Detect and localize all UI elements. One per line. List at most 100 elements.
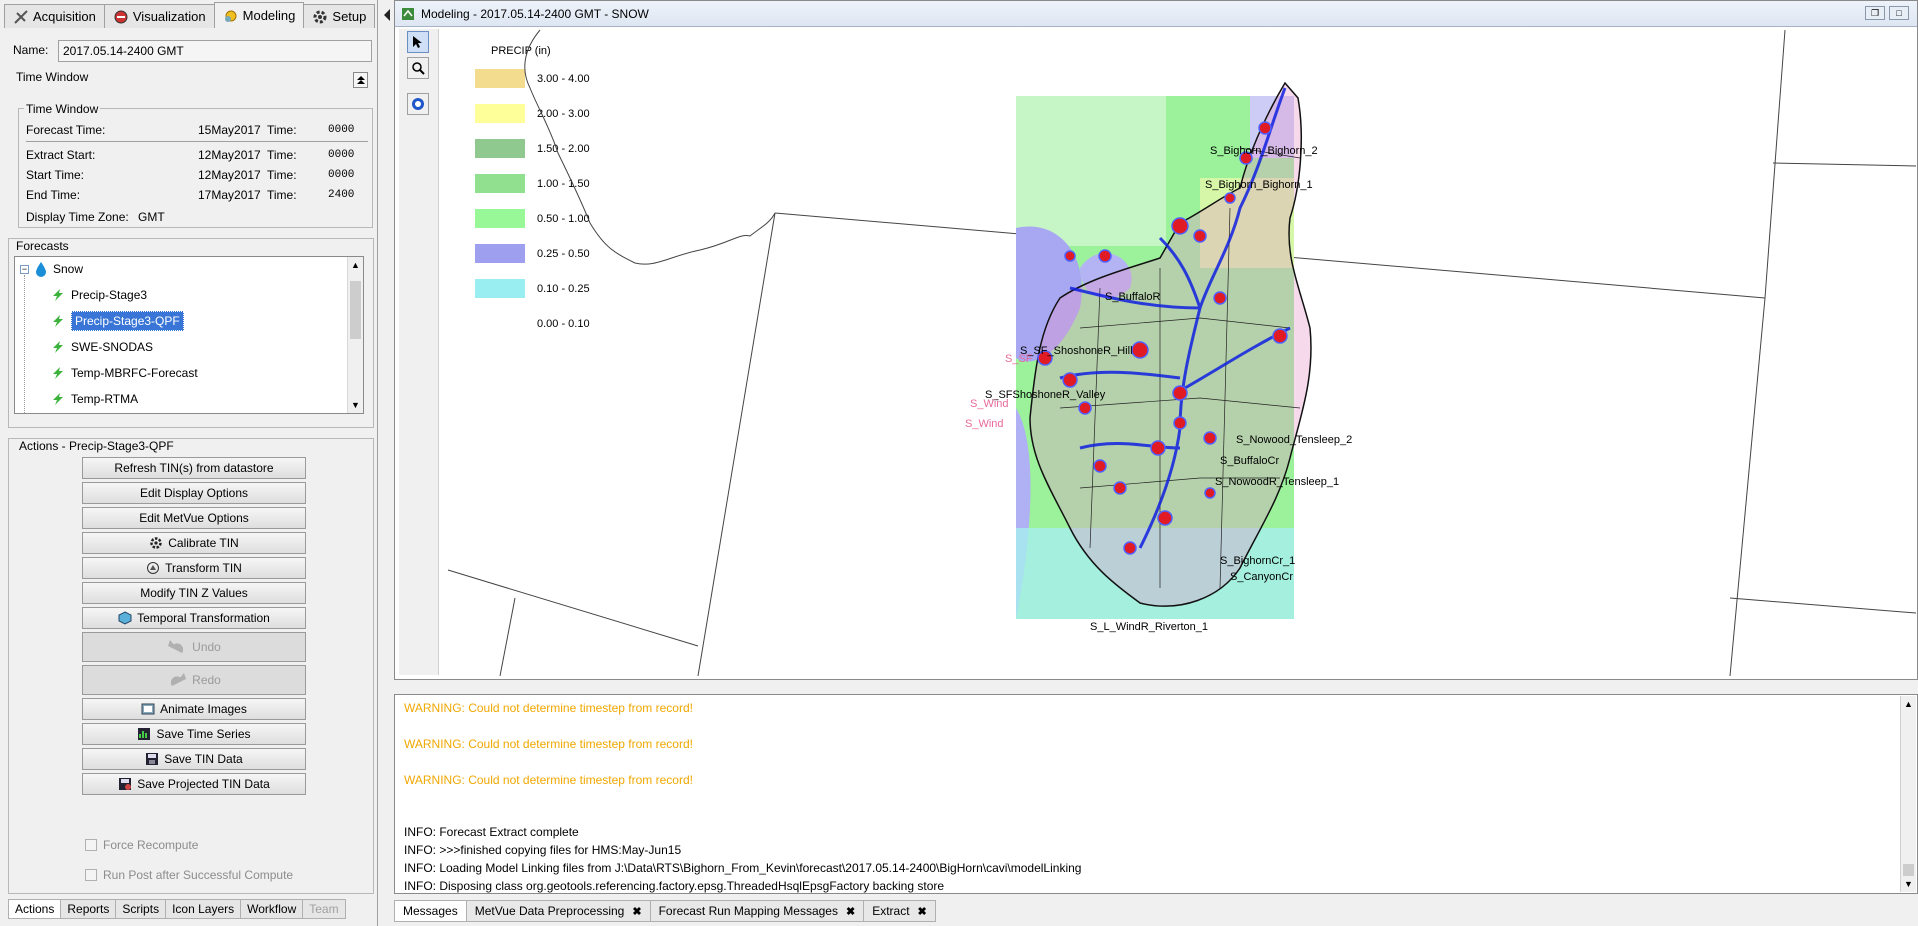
- tab-actions[interactable]: Actions: [8, 899, 62, 919]
- temporal-transformation-button[interactable]: Temporal Transformation: [82, 607, 306, 629]
- checkbox-box[interactable]: [85, 839, 97, 851]
- tab-visualization[interactable]: Visualization: [103, 4, 215, 28]
- tab-scripts[interactable]: Scripts: [115, 899, 167, 919]
- message-log-panel[interactable]: WARNING: Could not determine timestep fr…: [394, 694, 1918, 894]
- tree-item-temp-rtma[interactable]: Temp-RTMA: [51, 389, 138, 409]
- modify-tin-z-values-button[interactable]: Modify TIN Z Values: [82, 582, 306, 604]
- close-icon[interactable]: ✖: [846, 905, 855, 918]
- extract-start-label: Extract Start:: [26, 148, 96, 162]
- basin-marker[interactable]: [1098, 249, 1112, 263]
- tree-scroll-thumb[interactable]: [350, 281, 361, 339]
- basin-marker[interactable]: [1272, 328, 1288, 344]
- tab-icon-layers[interactable]: Icon Layers: [165, 899, 242, 919]
- scroll-up-arrow-icon[interactable]: ▲: [351, 260, 360, 270]
- info-tool-button[interactable]: [407, 93, 429, 115]
- tab-messages[interactable]: Messages: [394, 900, 467, 922]
- display-time-zone-value[interactable]: GMT: [138, 210, 165, 224]
- log-scroll-thumb[interactable]: [1903, 864, 1914, 876]
- end-time-value[interactable]: 2400: [328, 189, 354, 201]
- tab-setup[interactable]: Setup: [303, 4, 376, 28]
- save-tin-data-button[interactable]: Save TIN Data: [82, 748, 306, 770]
- start-time-value[interactable]: 0000: [328, 169, 354, 181]
- name-field[interactable]: [58, 40, 372, 62]
- magnifier-icon: [412, 62, 425, 75]
- transform-tin-button[interactable]: Transform TIN: [82, 557, 306, 579]
- end-date[interactable]: 17May2017: [198, 188, 261, 202]
- tab-team[interactable]: Team: [302, 899, 346, 919]
- tree-collapse-toggle[interactable]: −: [20, 265, 29, 274]
- close-icon[interactable]: ✖: [918, 905, 927, 918]
- tab-workflow[interactable]: Workflow: [240, 899, 304, 919]
- scroll-down-arrow-icon[interactable]: ▼: [351, 400, 360, 410]
- window-maximize-button[interactable]: □: [1889, 6, 1909, 20]
- calibrate-tin-button[interactable]: Calibrate TIN: [82, 532, 306, 554]
- log-line-warning: WARNING: Could not determine timestep fr…: [404, 773, 693, 787]
- basin-marker[interactable]: [1150, 440, 1166, 456]
- basin-marker[interactable]: [1193, 229, 1207, 243]
- extract-start-time[interactable]: 0000: [328, 149, 354, 161]
- edit-display-options-button[interactable]: Edit Display Options: [82, 482, 306, 504]
- basin-marker[interactable]: [1171, 217, 1189, 235]
- extract-start-date[interactable]: 12May2017: [198, 148, 261, 162]
- undo-button[interactable]: Undo: [82, 632, 306, 662]
- scroll-up-arrow-icon[interactable]: ▲: [1904, 699, 1913, 709]
- forecast-tree[interactable]: − Snow Precip-Stage3 Precip-Stage3-QPF S…: [14, 256, 364, 414]
- tree-item-temp-mbrfc-forecast[interactable]: Temp-MBRFC-Forecast: [51, 363, 198, 383]
- basin-marker[interactable]: [1173, 416, 1187, 430]
- basin-marker[interactable]: [1258, 121, 1272, 135]
- tab-modeling[interactable]: Modeling: [213, 2, 305, 28]
- arrow-pointer-icon: [413, 36, 422, 48]
- window-restore-button[interactable]: ❐: [1865, 6, 1885, 20]
- tab-team-label: Team: [309, 902, 339, 916]
- tree-item-label: Temp-RTMA: [71, 392, 139, 406]
- temporal-transformation-label: Temporal Transformation: [137, 611, 270, 625]
- forecast-date[interactable]: 15May2017: [198, 123, 261, 137]
- tree-item-swe-snodas[interactable]: SWE-SNODAS: [51, 337, 153, 357]
- redo-button[interactable]: Redo: [82, 665, 306, 695]
- tab-metvue-label: MetVue Data Preprocessing: [474, 904, 625, 918]
- close-icon[interactable]: ✖: [632, 905, 641, 918]
- basin-marker[interactable]: [1224, 192, 1236, 204]
- basin-marker[interactable]: [1064, 250, 1076, 262]
- forecast-time-value[interactable]: 0000: [328, 124, 354, 136]
- map-toolbar: [399, 29, 439, 675]
- basin-marker[interactable]: [1113, 481, 1127, 495]
- tab-forecast-run-mapping-messages[interactable]: Forecast Run Mapping Messages ✖: [649, 900, 865, 922]
- tab-metvue-data-preprocessing[interactable]: MetVue Data Preprocessing ✖: [465, 900, 651, 922]
- edit-metvue-options-button[interactable]: Edit MetVue Options: [82, 507, 306, 529]
- tab-acquisition[interactable]: Acquisition: [4, 4, 105, 28]
- basin-marker[interactable]: [1203, 431, 1217, 445]
- start-date[interactable]: 12May2017: [198, 168, 261, 182]
- tree-item-snow[interactable]: Snow: [35, 259, 83, 279]
- left-pane: Acquisition Visualization Modeling Setup…: [0, 0, 378, 926]
- basin-marker[interactable]: [1157, 510, 1173, 526]
- checkbox-box[interactable]: [85, 869, 97, 881]
- animate-images-button[interactable]: Animate Images: [82, 698, 306, 720]
- refresh-tin-button[interactable]: Refresh TIN(s) from datastore: [82, 457, 306, 479]
- scroll-down-arrow-icon[interactable]: ▼: [1904, 879, 1913, 889]
- collapse-button[interactable]: [353, 72, 368, 88]
- force-recompute-checkbox[interactable]: Force Recompute: [85, 838, 198, 852]
- select-tool-button[interactable]: [407, 31, 429, 53]
- time-window-section-label: Time Window: [16, 70, 89, 84]
- tab-extract[interactable]: Extract ✖: [863, 900, 936, 922]
- basin-marker[interactable]: [1078, 401, 1092, 415]
- basin-marker[interactable]: [1093, 459, 1107, 473]
- log-scrollbar[interactable]: ▲ ▼: [1900, 696, 1916, 892]
- basin-marker[interactable]: [1131, 341, 1149, 359]
- basin-marker[interactable]: [1062, 372, 1078, 388]
- tree-item-precip-stage3[interactable]: Precip-Stage3: [51, 285, 147, 305]
- tree-scrollbar[interactable]: ▲ ▼: [347, 257, 363, 413]
- tree-item-precip-stage3-qpf[interactable]: Precip-Stage3-QPF: [51, 311, 184, 331]
- basin-marker[interactable]: [1213, 291, 1227, 305]
- tab-reports[interactable]: Reports: [60, 899, 117, 919]
- basin-marker[interactable]: [1172, 385, 1188, 401]
- map-canvas[interactable]: S_Bighorn_Bighorn_2 S_Bighorn_Bighorn_1 …: [440, 28, 1916, 676]
- basin-marker[interactable]: [1123, 541, 1137, 555]
- save-time-series-button[interactable]: Save Time Series: [82, 723, 306, 745]
- basin-marker[interactable]: [1204, 487, 1216, 499]
- zoom-tool-button[interactable]: [407, 57, 429, 79]
- save-projected-tin-data-button[interactable]: Save Projected TIN Data: [82, 773, 306, 795]
- run-post-checkbox[interactable]: Run Post after Successful Compute: [85, 868, 293, 882]
- splitter-collapse-icon[interactable]: [383, 8, 391, 22]
